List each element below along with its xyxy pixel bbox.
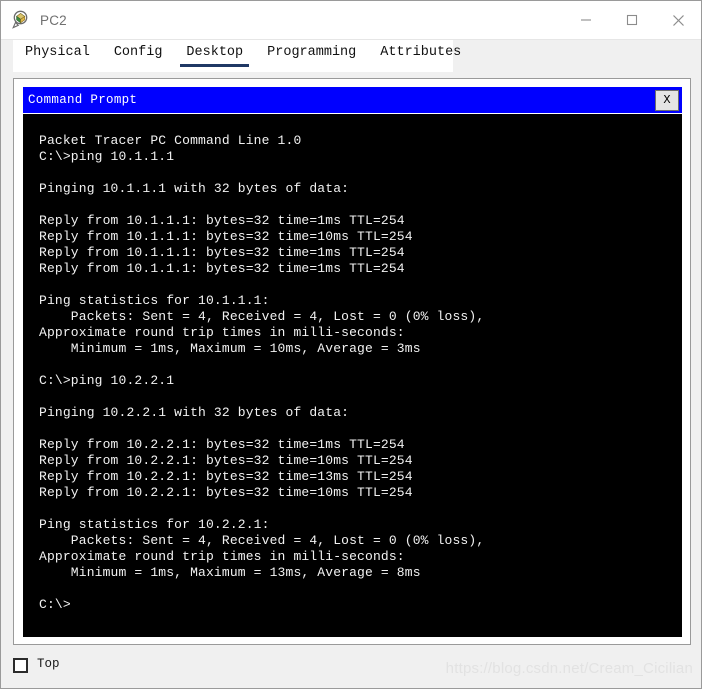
window-titlebar: PC2 bbox=[1, 1, 701, 40]
terminal-text: Packet Tracer PC Command Line 1.0 C:\>pi… bbox=[39, 133, 485, 612]
top-checkbox[interactable] bbox=[13, 658, 28, 673]
close-button[interactable] bbox=[655, 1, 701, 39]
window-title: PC2 bbox=[40, 12, 67, 28]
top-label: Top bbox=[37, 657, 60, 671]
command-prompt-title: Command Prompt bbox=[28, 93, 138, 107]
tab-config-label: Config bbox=[113, 45, 163, 60]
window-controls bbox=[563, 1, 701, 39]
packet-tracer-pc-icon bbox=[12, 10, 32, 30]
pc2-window: PC2 Physical Config Desktop Programming … bbox=[0, 0, 702, 689]
tab-programming[interactable]: Programming bbox=[255, 40, 368, 72]
tab-desktop-label: Desktop bbox=[186, 45, 244, 60]
command-prompt-close-button[interactable]: X bbox=[655, 89, 679, 111]
maximize-button[interactable] bbox=[609, 1, 655, 39]
tab-desktop[interactable]: Desktop bbox=[174, 40, 255, 72]
tab-physical[interactable]: Physical bbox=[13, 40, 102, 72]
terminal-output-area[interactable]: Packet Tracer PC Command Line 1.0 C:\>pi… bbox=[23, 114, 682, 637]
command-prompt-titlebar: Command Prompt X bbox=[23, 87, 682, 113]
tab-physical-label: Physical bbox=[25, 45, 90, 60]
tab-programming-label: Programming bbox=[267, 45, 357, 60]
watermark: https://blog.csdn.net/Cream_Cicilian bbox=[445, 660, 693, 677]
tab-attributes[interactable]: Attributes bbox=[368, 40, 473, 72]
tab-attributes-label: Attributes bbox=[380, 45, 462, 60]
tab-config[interactable]: Config bbox=[102, 40, 175, 72]
panel-footer: Top https://blog.csdn.net/Cream_Cicilian bbox=[1, 653, 701, 688]
tab-strip-wrapper: Physical Config Desktop Programming Attr… bbox=[1, 40, 701, 72]
desktop-panel: Command Prompt X Packet Tracer PC Comman… bbox=[13, 78, 691, 645]
minimize-button[interactable] bbox=[563, 1, 609, 39]
tab-strip: Physical Config Desktop Programming Attr… bbox=[13, 40, 461, 72]
